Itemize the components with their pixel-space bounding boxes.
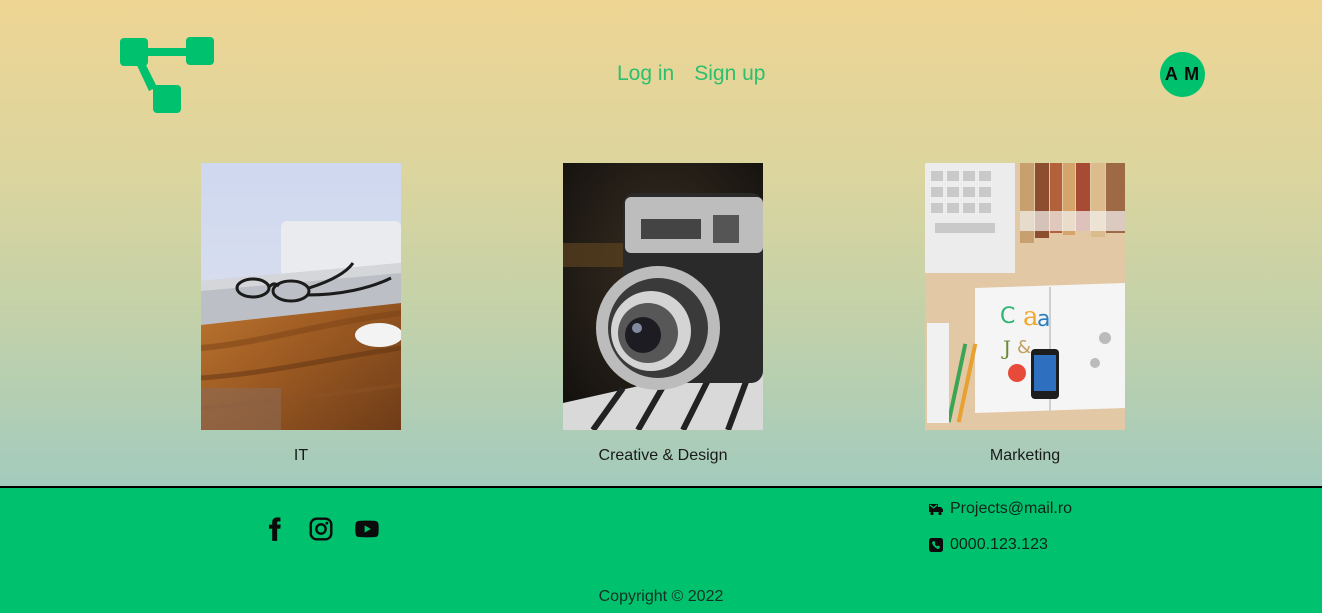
category-label-creative-design: Creative & Design bbox=[598, 447, 728, 464]
svg-text:&: & bbox=[1017, 337, 1031, 358]
avatar[interactable]: A M bbox=[1160, 52, 1205, 97]
svg-text:a: a bbox=[1037, 307, 1050, 332]
instagram-icon[interactable] bbox=[308, 516, 334, 542]
phone-icon bbox=[929, 538, 943, 552]
auth-nav: Log in Sign up bbox=[617, 62, 765, 86]
login-link[interactable]: Log in bbox=[617, 62, 674, 86]
contact-email[interactable]: Projects@mail.ro bbox=[928, 500, 1072, 518]
mail-truck-icon bbox=[929, 504, 943, 516]
email-text: Projects@mail.ro bbox=[950, 500, 1073, 517]
social-links bbox=[262, 516, 380, 542]
category-card-it[interactable]: IT bbox=[201, 163, 401, 464]
contact-phone[interactable]: 0000.123.123 bbox=[928, 536, 1048, 554]
laptop-glasses-photo bbox=[201, 163, 401, 430]
category-card-marketing[interactable]: C a a J & Marketing bbox=[925, 163, 1125, 464]
category-label-it: IT bbox=[293, 447, 309, 464]
facebook-icon[interactable] bbox=[262, 516, 288, 542]
logo-icon[interactable] bbox=[120, 37, 216, 115]
signup-link[interactable]: Sign up bbox=[694, 62, 765, 86]
phone-text: 0000.123.123 bbox=[950, 536, 1048, 553]
category-card-creative-design[interactable]: Creative & Design bbox=[563, 163, 763, 464]
youtube-icon[interactable] bbox=[354, 516, 380, 542]
category-label-marketing: Marketing bbox=[989, 447, 1061, 464]
desk-flatlay-photo: C a a J & bbox=[925, 163, 1125, 430]
vintage-camera-photo bbox=[563, 163, 763, 430]
footer: Projects@mail.ro 0000.123.123 Copyright … bbox=[0, 486, 1322, 613]
svg-text:J: J bbox=[1001, 336, 1011, 360]
svg-text:C: C bbox=[1000, 304, 1015, 329]
copyright-text: Copyright © 2022 bbox=[598, 588, 724, 605]
